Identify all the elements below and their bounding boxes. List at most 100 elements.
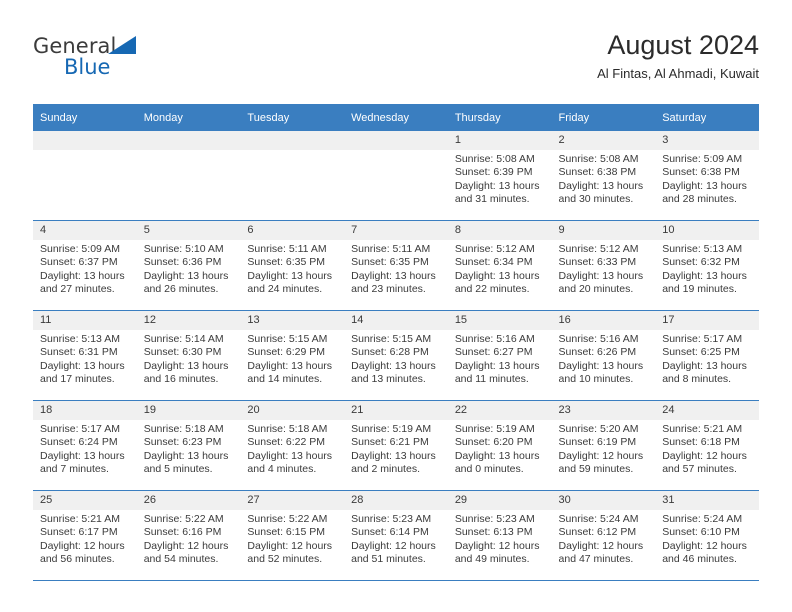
day-details: Sunrise: 5:17 AM Sunset: 6:24 PM Daylight:… (33, 420, 137, 477)
daylight-text-line2: and 49 minutes. (454, 553, 530, 566)
daylight-text-line2: and 17 minutes. (40, 373, 115, 386)
calendar-day-cell[interactable]: 2 Sunrise: 5:08 AM Sunset: 6:38 PM Daylight… (551, 131, 656, 221)
calendar-day-cell[interactable]: 9 Sunrise: 5:12 AM Sunset: 6:33 PM Daylight… (551, 220, 656, 311)
day-details: Sunrise: 5:17 AM Sunset: 6:25 PM Daylight:… (655, 330, 759, 387)
sunset-text: Sunset: 6:36 PM (143, 256, 222, 269)
sunset-text: Sunset: 6:35 PM (247, 256, 326, 269)
calendar-day-cell[interactable]: 13 Sunrise: 5:15 AM Sunset: 6:29 PM Dayligh… (240, 310, 345, 401)
sunrise-text: Sunrise: 5:15 AM (351, 333, 432, 345)
sunset-text: Sunset: 6:24 PM (40, 436, 118, 449)
day-number (344, 131, 448, 150)
day-details: Sunrise: 5:22 AM Sunset: 6:16 PM Daylight:… (137, 510, 241, 567)
calendar-day-cell[interactable]: 10 Sunrise: 5:13 AM Sunset: 6:32 PM Dayligh… (655, 220, 759, 311)
daylight-text-line2: and 59 minutes. (558, 463, 634, 476)
daylight-text-line1: Daylight: 13 hours (454, 449, 540, 462)
daylight-text-line1: Daylight: 12 hours (40, 539, 125, 552)
calendar-day-cell[interactable]: 7 Sunrise: 5:11 AM Sunset: 6:35 PM Daylight… (344, 220, 448, 311)
day-details: Sunrise: 5:15 AM Sunset: 6:29 PM Daylight:… (240, 330, 344, 387)
daylight-text-line1: Daylight: 13 hours (558, 359, 644, 372)
calendar-day-cell[interactable]: 18 Sunrise: 5:17 AM Sunset: 6:24 PM Dayligh… (33, 400, 137, 491)
calendar-day-cell[interactable]: 30 Sunrise: 5:24 AM Sunset: 6:12 PM Dayligh… (551, 490, 656, 581)
sunrise-text: Sunrise: 5:13 AM (40, 333, 120, 345)
sunrise-text: Sunrise: 5:11 AM (247, 243, 327, 255)
calendar-day-cell[interactable]: 14 Sunrise: 5:15 AM Sunset: 6:28 PM Dayligh… (344, 310, 448, 401)
daylight-text-line2: and 14 minutes. (247, 373, 323, 386)
day-number: 2 (551, 131, 656, 150)
sunrise-text: Sunrise: 5:16 AM (454, 333, 535, 345)
day-details: Sunrise: 5:12 AM Sunset: 6:34 PM Daylight:… (448, 240, 552, 297)
daylight-text-line2: and 46 minutes. (662, 553, 737, 566)
daylight-text-line2: and 51 minutes. (351, 553, 426, 566)
calendar-day-cell[interactable]: 29 Sunrise: 5:23 AM Sunset: 6:13 PM Dayligh… (447, 490, 552, 581)
daylight-text-line1: Daylight: 13 hours (247, 449, 333, 462)
calendar-day-cell[interactable]: 24 Sunrise: 5:21 AM Sunset: 6:18 PM Dayligh… (655, 400, 759, 491)
sunset-text: Sunset: 6:18 PM (662, 436, 740, 449)
day-details: Sunrise: 5:19 AM Sunset: 6:21 PM Daylight:… (344, 420, 448, 477)
calendar-day-cell-empty (240, 131, 345, 221)
calendar-day-cell[interactable]: 31 Sunrise: 5:24 AM Sunset: 6:10 PM Dayligh… (655, 490, 759, 581)
calendar-day-cell[interactable]: 11 Sunrise: 5:13 AM Sunset: 6:31 PM Dayligh… (33, 310, 137, 401)
calendar-week-row: 1 Sunrise: 5:08 AM Sunset: 6:39 PM Daylight… (33, 131, 759, 221)
daylight-text-line2: and 10 minutes. (558, 373, 634, 386)
sunrise-text: Sunrise: 5:14 AM (143, 333, 224, 345)
calendar-day-cell[interactable]: 23 Sunrise: 5:20 AM Sunset: 6:19 PM Dayligh… (551, 400, 656, 491)
day-number: 12 (136, 311, 241, 330)
day-details: Sunrise: 5:14 AM Sunset: 6:30 PM Daylight:… (137, 330, 241, 387)
calendar-day-cell[interactable]: 21 Sunrise: 5:19 AM Sunset: 6:21 PM Dayligh… (344, 400, 448, 491)
weekday-header-saturday: Saturday (655, 104, 759, 131)
day-number: 24 (655, 401, 759, 420)
sunrise-text: Sunrise: 5:19 AM (351, 423, 432, 435)
daylight-text-line1: Daylight: 13 hours (558, 179, 644, 192)
sunrise-text: Sunrise: 5:12 AM (454, 243, 535, 255)
daylight-text-line2: and 8 minutes. (662, 373, 732, 386)
day-details: Sunrise: 5:13 AM Sunset: 6:31 PM Daylight:… (33, 330, 137, 387)
day-number: 30 (551, 491, 656, 510)
day-number: 20 (240, 401, 345, 420)
sunset-text: Sunset: 6:13 PM (454, 526, 533, 539)
day-number: 21 (344, 401, 448, 420)
daylight-text-line2: and 30 minutes. (558, 193, 634, 206)
daylight-text-line2: and 57 minutes. (662, 463, 737, 476)
calendar-day-cell[interactable]: 5 Sunrise: 5:10 AM Sunset: 6:36 PM Daylight… (136, 220, 241, 311)
sunset-text: Sunset: 6:30 PM (143, 346, 222, 359)
calendar-day-cell[interactable]: 12 Sunrise: 5:14 AM Sunset: 6:30 PM Dayligh… (136, 310, 241, 401)
daylight-text-line1: Daylight: 12 hours (247, 539, 333, 552)
sunset-text: Sunset: 6:35 PM (351, 256, 429, 269)
calendar-day-cell[interactable]: 16 Sunrise: 5:16 AM Sunset: 6:26 PM Dayligh… (551, 310, 656, 401)
calendar-day-cell[interactable]: 3 Sunrise: 5:09 AM Sunset: 6:38 PM Daylight… (655, 131, 759, 221)
sunset-text: Sunset: 6:22 PM (247, 436, 326, 449)
calendar-day-cell[interactable]: 4 Sunrise: 5:09 AM Sunset: 6:37 PM Daylight… (33, 220, 137, 311)
calendar-day-cell-empty (33, 131, 137, 221)
day-number: 23 (551, 401, 656, 420)
daylight-text-line1: Daylight: 13 hours (247, 359, 333, 372)
day-details: Sunrise: 5:16 AM Sunset: 6:26 PM Daylight:… (552, 330, 656, 387)
day-details: Sunrise: 5:22 AM Sunset: 6:15 PM Daylight:… (240, 510, 344, 567)
logo-triangle-icon (108, 36, 136, 54)
sunrise-text: Sunrise: 5:22 AM (247, 513, 328, 525)
sunrise-text: Sunrise: 5:21 AM (662, 423, 743, 435)
calendar-day-cell[interactable]: 25 Sunrise: 5:21 AM Sunset: 6:17 PM Dayligh… (33, 490, 137, 581)
calendar-day-cell[interactable]: 8 Sunrise: 5:12 AM Sunset: 6:34 PM Daylight… (447, 220, 552, 311)
calendar-day-cell[interactable]: 28 Sunrise: 5:23 AM Sunset: 6:14 PM Dayligh… (344, 490, 448, 581)
calendar-day-cell[interactable]: 15 Sunrise: 5:16 AM Sunset: 6:27 PM Dayligh… (447, 310, 552, 401)
calendar-day-cell[interactable]: 6 Sunrise: 5:11 AM Sunset: 6:35 PM Daylight… (240, 220, 345, 311)
sunset-text: Sunset: 6:39 PM (454, 166, 533, 179)
daylight-text-line1: Daylight: 13 hours (143, 449, 229, 462)
calendar-day-cell[interactable]: 1 Sunrise: 5:08 AM Sunset: 6:39 PM Daylight… (447, 131, 552, 221)
weekday-header-thursday: Thursday (447, 104, 552, 131)
calendar-day-cell[interactable]: 19 Sunrise: 5:18 AM Sunset: 6:23 PM Dayligh… (136, 400, 241, 491)
day-number: 4 (33, 221, 137, 240)
calendar-day-cell[interactable]: 20 Sunrise: 5:18 AM Sunset: 6:22 PM Dayligh… (240, 400, 345, 491)
daylight-text-line1: Daylight: 13 hours (351, 359, 436, 372)
calendar-day-cell[interactable]: 22 Sunrise: 5:19 AM Sunset: 6:20 PM Dayligh… (447, 400, 552, 491)
calendar-day-cell[interactable]: 27 Sunrise: 5:22 AM Sunset: 6:15 PM Dayligh… (240, 490, 345, 581)
calendar-day-cell[interactable]: 26 Sunrise: 5:22 AM Sunset: 6:16 PM Dayligh… (136, 490, 241, 581)
daylight-text-line2: and 26 minutes. (143, 283, 219, 296)
daylight-text-line1: Daylight: 12 hours (143, 539, 229, 552)
daylight-text-line1: Daylight: 12 hours (662, 539, 747, 552)
sunset-text: Sunset: 6:23 PM (143, 436, 222, 449)
calendar-day-cell[interactable]: 17 Sunrise: 5:17 AM Sunset: 6:25 PM Dayligh… (655, 310, 759, 401)
sunrise-text: Sunrise: 5:18 AM (143, 423, 224, 435)
general-blue-logo[interactable]: General Blue (33, 34, 213, 88)
daylight-text-line2: and 56 minutes. (40, 553, 115, 566)
